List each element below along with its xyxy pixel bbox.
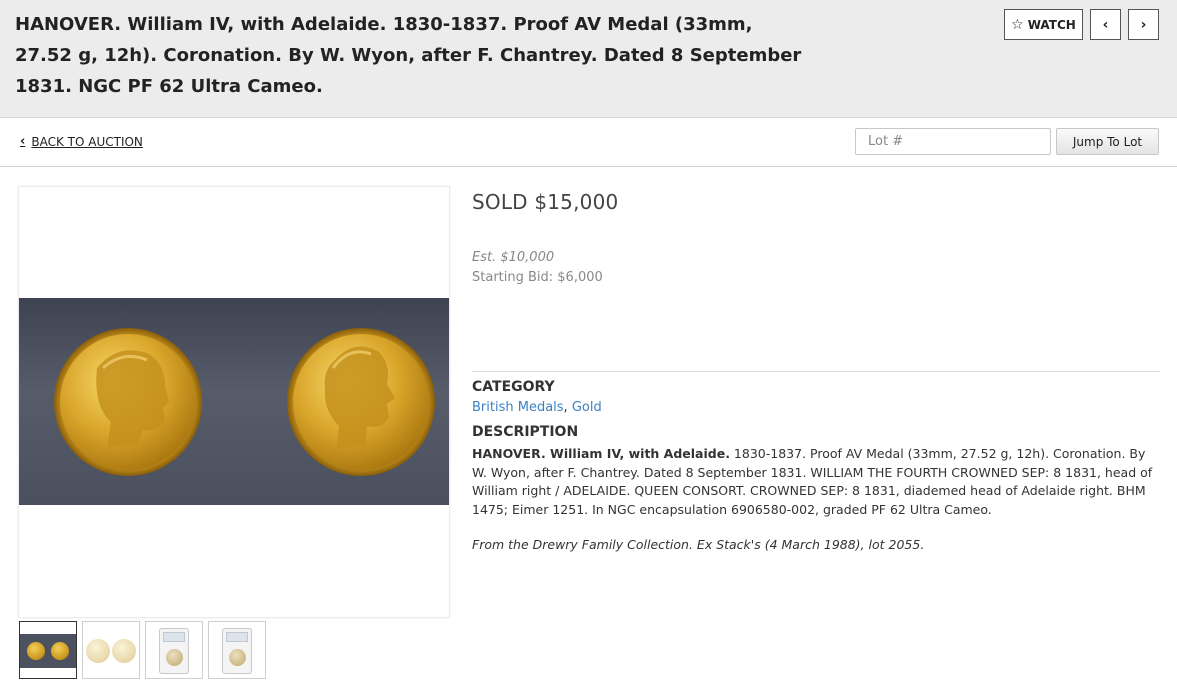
category-link-gold[interactable]: Gold — [572, 400, 602, 415]
starting-bid: Starting Bid: $6,000 — [472, 270, 603, 285]
lot-title-bar: HANOVER. William IV, with Adelaide. 1830… — [0, 0, 1177, 118]
chevron-right-icon: › — [1140, 16, 1147, 33]
category-links: British Medals, Gold — [472, 400, 602, 415]
thumbnail-slab-back[interactable] — [208, 621, 266, 679]
medal-photo — [19, 298, 449, 505]
main-lot-image[interactable] — [18, 186, 450, 618]
estimate: Est. $10,000 — [472, 250, 555, 265]
next-lot-button[interactable]: › — [1128, 9, 1159, 40]
medal-illustration — [54, 328, 435, 476]
description-lead: HANOVER. William IV, with Adelaide. — [472, 446, 730, 461]
lot-title: HANOVER. William IV, with Adelaide. 1830… — [15, 14, 802, 97]
watch-button[interactable]: ☆ WATCH — [1004, 9, 1083, 40]
lot-number-input[interactable] — [855, 128, 1051, 155]
lot-description: HANOVER. William IV, with Adelaide. 1830… — [472, 445, 1160, 519]
sub-navigation-bar: ‹ BACK TO AUCTION Jump To Lot — [0, 118, 1177, 167]
thumbnail-obverse-reverse[interactable] — [19, 621, 77, 679]
star-outline-icon: ☆ — [1011, 16, 1024, 33]
back-to-auction-label: BACK TO AUCTION — [31, 134, 143, 149]
description-heading: DESCRIPTION — [472, 424, 579, 440]
category-link-british-medals[interactable]: British Medals — [472, 400, 564, 415]
thumbnail-obverse-reverse-light[interactable] — [82, 621, 140, 679]
sold-price: SOLD $15,000 — [472, 190, 619, 214]
watch-label: WATCH — [1027, 17, 1076, 32]
provenance-note: From the Drewry Family Collection. Ex St… — [472, 537, 925, 552]
category-separator: , — [563, 400, 572, 415]
thumbnail-slab-front[interactable] — [145, 621, 203, 679]
thumbnail-strip — [19, 621, 266, 679]
category-heading: CATEGORY — [472, 379, 555, 395]
previous-lot-button[interactable]: ‹ — [1090, 9, 1121, 40]
section-divider — [472, 371, 1160, 372]
jump-to-lot-button[interactable]: Jump To Lot — [1056, 128, 1159, 155]
chevron-left-icon: ‹ — [20, 134, 26, 149]
back-to-auction-link[interactable]: ‹ BACK TO AUCTION — [20, 134, 143, 149]
chevron-left-icon: ‹ — [1102, 16, 1109, 33]
